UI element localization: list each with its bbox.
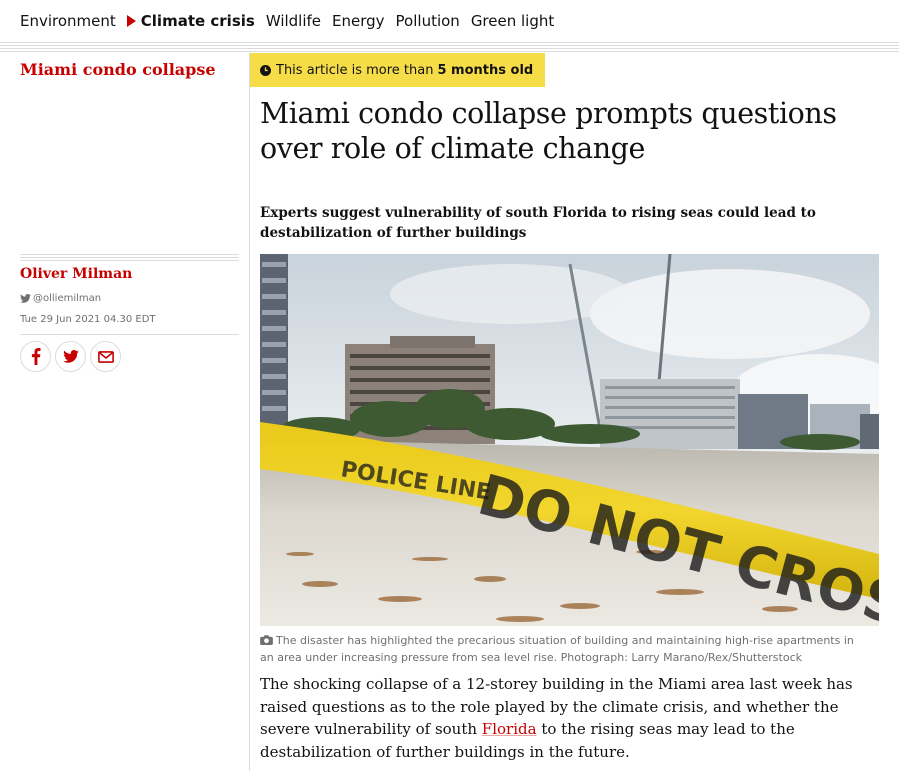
age-warning-prefix: This article is more than bbox=[276, 62, 434, 78]
twitter-handle-link[interactable]: @olliemilman bbox=[20, 293, 101, 304]
twitter-icon bbox=[62, 350, 79, 363]
nav-divider-rules bbox=[0, 42, 899, 53]
article-age-warning: This article is more than 5 months old bbox=[250, 53, 546, 87]
nav-item-label: Climate crisis bbox=[140, 12, 255, 30]
nav-item-energy[interactable]: Energy bbox=[332, 12, 385, 30]
author-link[interactable]: Oliver Milman bbox=[20, 266, 132, 282]
section-subnav: Environment Climate crisis Wildlife Ener… bbox=[0, 0, 899, 42]
nav-item-climate-crisis[interactable]: Climate crisis bbox=[126, 12, 255, 30]
article-standfirst: Experts suggest vulnerability of south F… bbox=[260, 205, 816, 241]
meta-divider bbox=[20, 334, 239, 335]
nav-item-green-light[interactable]: Green light bbox=[471, 12, 554, 30]
article-headline: Miami condo collapse prompts questions o… bbox=[260, 97, 837, 165]
nav-item-environment[interactable]: Environment bbox=[20, 12, 116, 30]
column-divider bbox=[249, 53, 250, 771]
publish-date: Tue 29 Jun 2021 04.30 EDT bbox=[20, 314, 156, 325]
twitter-handle-text: @olliemilman bbox=[33, 293, 102, 304]
age-warning-age: 5 months old bbox=[437, 62, 534, 78]
nav-item-pollution[interactable]: Pollution bbox=[396, 12, 460, 30]
share-email-button[interactable] bbox=[90, 341, 121, 372]
article-body-paragraph: The shocking collapse of a 12-storey bui… bbox=[260, 673, 885, 763]
nav-item-wildlife[interactable]: Wildlife bbox=[266, 12, 321, 30]
twitter-icon bbox=[20, 294, 31, 303]
share-facebook-button[interactable] bbox=[20, 341, 51, 372]
byline-divider-rules bbox=[20, 254, 239, 262]
clock-icon bbox=[260, 64, 271, 76]
series-title-link[interactable]: Miami condo collapse bbox=[20, 60, 216, 79]
camera-icon bbox=[260, 635, 273, 645]
florida-link[interactable]: Florida bbox=[482, 720, 537, 738]
share-buttons bbox=[20, 341, 121, 372]
active-arrow-icon bbox=[126, 15, 136, 27]
share-twitter-button[interactable] bbox=[55, 341, 86, 372]
email-icon bbox=[97, 350, 114, 363]
main-photo: POLICE LINE DO NOT CROSS bbox=[260, 254, 879, 626]
caption-text: The disaster has highlighted the precari… bbox=[260, 634, 854, 664]
photo-caption: The disaster has highlighted the precari… bbox=[260, 632, 870, 666]
facebook-icon bbox=[31, 348, 41, 365]
